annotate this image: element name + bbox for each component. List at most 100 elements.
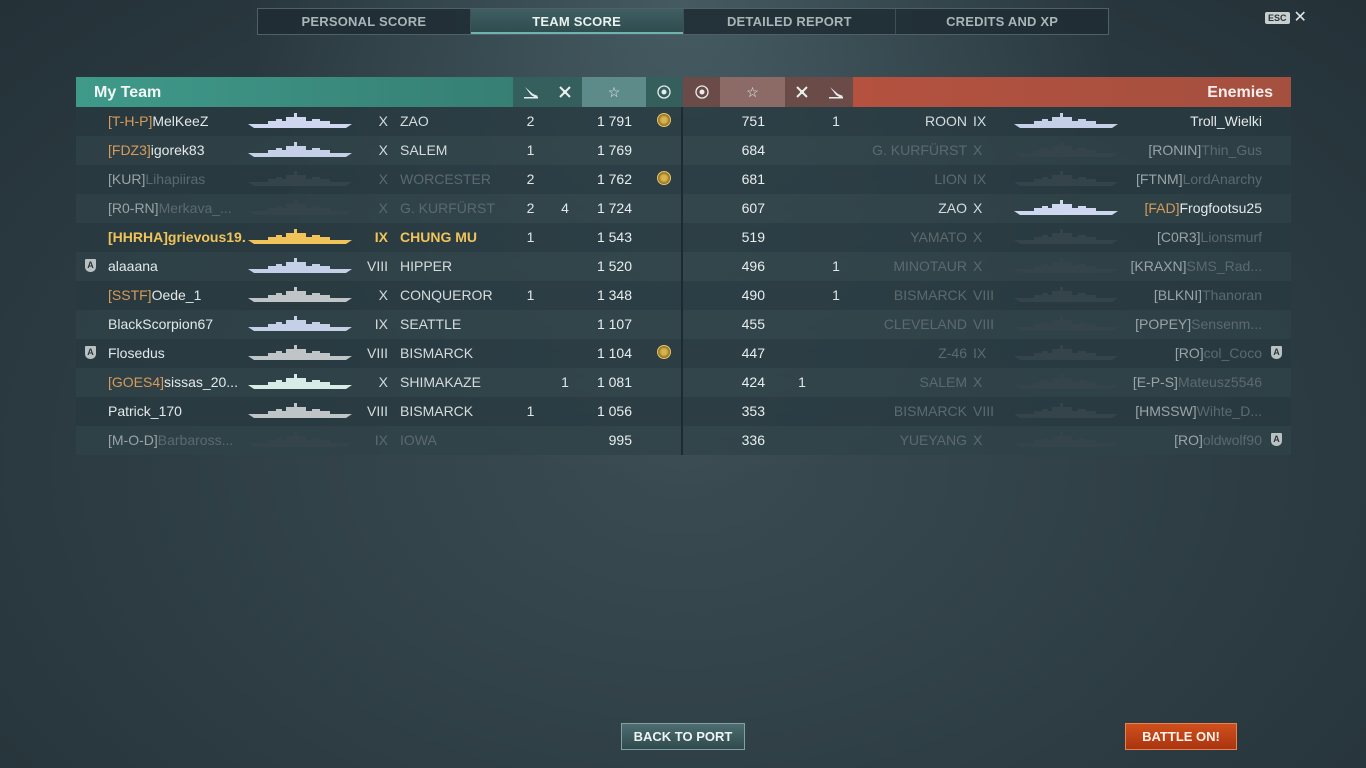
plane-icon[interactable] <box>785 77 819 107</box>
esc-close-button[interactable]: ESC ✕ <box>1265 10 1307 26</box>
player-name: [BLKNI]Thanoran <box>1120 281 1262 310</box>
base-xp-score: 1 762 <box>596 171 632 187</box>
plane-kills: 1 <box>561 374 569 390</box>
player-name: [RONIN]Thin_Gus <box>1120 136 1262 165</box>
player-nickname: Lihapiiras <box>145 171 206 187</box>
clan-tag: [R0-RN] <box>108 200 159 216</box>
ship-tier: X <box>378 287 388 303</box>
tab-bar: PERSONAL SCORE TEAM SCORE DETAILED REPOR… <box>257 8 1109 35</box>
player-name: [R0-RN]Merkava_... <box>108 194 246 223</box>
player-name: BlackScorpion67 <box>108 310 246 339</box>
base-xp-score: 1 056 <box>596 403 632 419</box>
player-name: [FAD]Frogfootsu25 <box>1120 194 1262 223</box>
torpedo-kills <box>819 310 853 339</box>
ship-silhouette-icon <box>1012 113 1120 129</box>
torpedo-kills: 1 <box>526 229 535 245</box>
star-icon[interactable]: ☆ <box>720 77 785 107</box>
clan-tag: [RO] <box>1174 432 1203 448</box>
ship-tier: X <box>973 229 983 245</box>
player-nickname: BlackScorpion67 <box>108 316 214 332</box>
ship-name: SEATTLE <box>400 316 462 332</box>
plane-kills <box>548 397 582 426</box>
tab-credits-and-xp[interactable]: CREDITS AND XP <box>896 9 1108 34</box>
plane-kills <box>785 165 819 194</box>
torpedo-icon[interactable] <box>513 77 548 107</box>
tab-personal-score[interactable]: PERSONAL SCORE <box>258 9 471 34</box>
player-nickname: oldwolf90 <box>1202 432 1262 448</box>
ship-silhouette-icon <box>246 258 354 274</box>
torpedo-kills <box>819 194 853 223</box>
player-nickname: Thanoran <box>1202 287 1262 303</box>
ship-tier: X <box>973 432 983 448</box>
plane-icon[interactable] <box>548 77 582 107</box>
divider <box>681 136 683 165</box>
base-xp-score: 684 <box>741 142 765 158</box>
medal-icon[interactable] <box>646 77 681 107</box>
plane-kills <box>548 426 582 455</box>
base-xp-score: 607 <box>741 200 765 216</box>
base-xp-score: 424 <box>741 374 765 390</box>
ship-name: ZAO <box>938 200 967 216</box>
player-nickname: igorek83 <box>150 142 205 158</box>
torpedo-kills <box>819 426 853 455</box>
ship-silhouette-icon <box>1012 229 1120 245</box>
torpedo-icon[interactable] <box>819 77 853 107</box>
ship-silhouette-icon <box>246 374 354 390</box>
plane-kills <box>785 339 819 368</box>
plane-kills <box>548 223 582 252</box>
ship-name: IOWA <box>400 432 437 448</box>
player-nickname: Oede_1 <box>151 287 202 303</box>
clan-tag: [T-H-P] <box>108 113 153 129</box>
divider <box>681 339 683 368</box>
clan-tag: [GOES4] <box>108 374 165 390</box>
clan-tag: [FDZ3] <box>108 142 151 158</box>
base-xp-score: 1 791 <box>596 113 632 129</box>
back-to-port-button[interactable]: BACK TO PORT <box>621 723 745 750</box>
ship-silhouette-icon <box>246 200 354 216</box>
ship-name: CLEVELAND <box>883 316 967 332</box>
player-nickname: Barbaross... <box>157 432 234 448</box>
plane-kills <box>785 136 819 165</box>
torpedo-kills <box>819 339 853 368</box>
player-name: [T-H-P]MelKeeZ <box>108 107 246 136</box>
base-xp-score: 1 104 <box>596 345 632 361</box>
base-xp-score: 496 <box>741 258 765 274</box>
player-name: [M-O-D]Barbaross... <box>108 426 246 455</box>
star-icon[interactable]: ☆ <box>582 77 646 107</box>
ship-name: G. KURFÜRST <box>872 142 967 158</box>
ship-tier: IX <box>374 432 388 448</box>
torpedo-kills <box>819 136 853 165</box>
torpedo-kills: 1 <box>526 142 535 158</box>
medal-icon <box>657 113 671 127</box>
player-name: [HMSSW]Wihte_D... <box>1120 397 1262 426</box>
ship-silhouette-icon <box>246 229 354 245</box>
ship-silhouette-icon <box>246 142 354 158</box>
torpedo-kills <box>513 368 548 397</box>
player-nickname: Troll_Wielki <box>1190 113 1262 129</box>
ship-name: BISMARCK <box>400 403 474 419</box>
tab-team-score[interactable]: TEAM SCORE <box>470 9 684 34</box>
esc-key-label: ESC <box>1265 12 1290 24</box>
torpedo-kills <box>819 368 853 397</box>
table-row: A Flosedus VIII BISMARCK 1 104 447 Z-46 IX [RO]c… <box>76 339 1291 368</box>
ship-name: ROON <box>925 113 967 129</box>
player-name: alaaana <box>108 252 246 281</box>
ship-tier: VIII <box>366 258 388 274</box>
medal-icon[interactable] <box>683 77 720 107</box>
battle-on-button[interactable]: BATTLE ON! <box>1125 723 1237 750</box>
ship-tier: X <box>378 200 388 216</box>
divider <box>681 107 683 136</box>
divider <box>681 397 683 426</box>
divider <box>681 310 683 339</box>
torpedo-kills: 1 <box>832 258 840 274</box>
clan-tag: [RONIN] <box>1148 142 1202 158</box>
torpedo-kills: 2 <box>526 113 535 129</box>
ship-tier: X <box>378 374 388 390</box>
divider <box>681 426 683 455</box>
plane-kills <box>785 194 819 223</box>
clan-tag: [RO] <box>1174 345 1204 361</box>
base-xp-score: 447 <box>741 345 765 361</box>
ship-silhouette-icon <box>246 403 354 419</box>
table-row: Patrick_170 VIII BISMARCK 1 1 056 353 BISMARCK… <box>76 397 1291 426</box>
tab-detailed-report[interactable]: DETAILED REPORT <box>684 9 897 34</box>
